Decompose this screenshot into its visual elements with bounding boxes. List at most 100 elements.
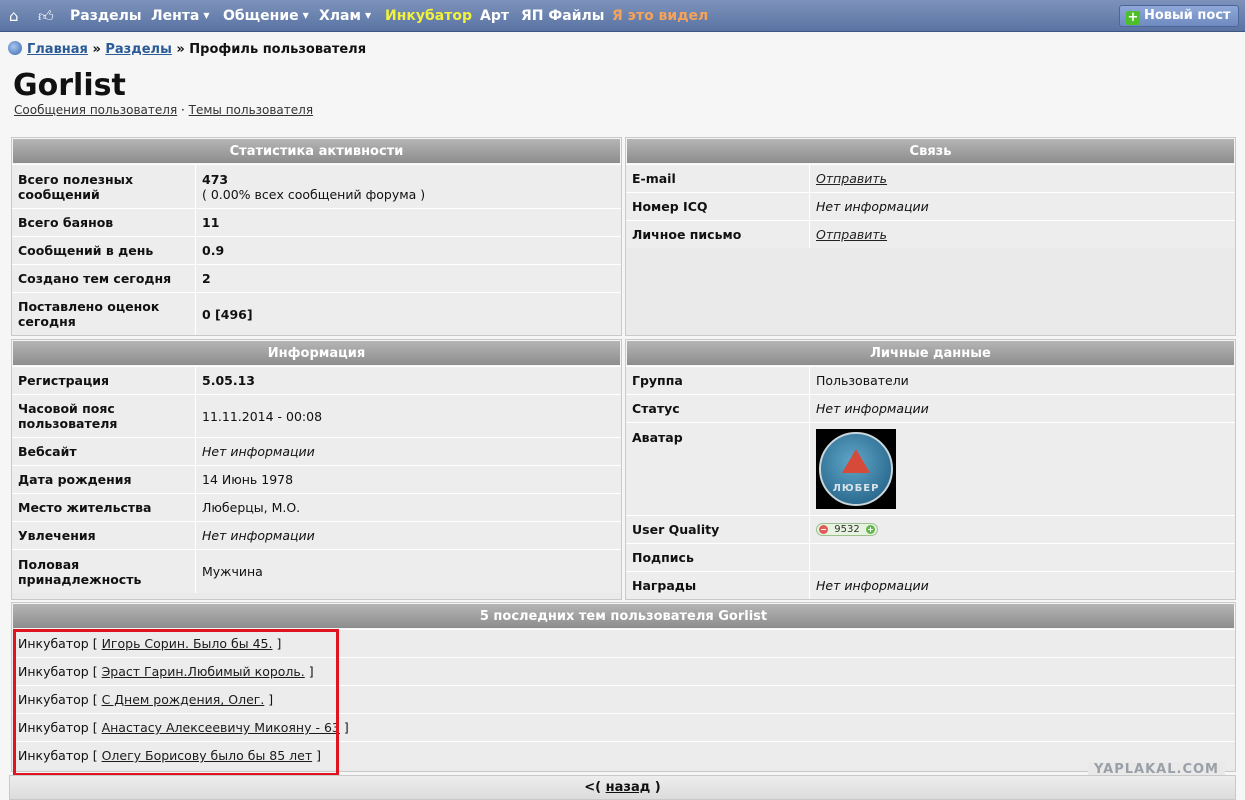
nav-item-communication[interactable]: Общение ▼ [223, 0, 309, 32]
minus-icon[interactable]: − [819, 525, 828, 534]
info-value: Мужчина [195, 550, 621, 593]
bracket: [ [92, 664, 98, 679]
user-messages-link[interactable]: Сообщения пользователя [14, 103, 177, 117]
topic-section: Инкубатор [18, 636, 89, 651]
back-suffix: ) [654, 780, 661, 795]
info-row: Регистрация 5.05.13 [12, 366, 621, 394]
personal-label: User Quality [632, 522, 720, 537]
chevron-down-icon: ▼ [364, 11, 372, 20]
info-row: Место жительства Люберцы, М.О. [12, 493, 621, 521]
topic-link[interactable]: Олегу Борисову было бы 85 лет [102, 748, 313, 763]
bracket: [ [92, 720, 98, 735]
nav-item-seen-it[interactable]: Я это видел [612, 0, 708, 32]
topic-link[interactable]: С Днем рождения, Олег. [102, 692, 265, 707]
topic-section: Инкубатор [18, 692, 89, 707]
email-send-link[interactable]: Отправить [816, 171, 1229, 186]
personal-label: Группа [632, 373, 683, 388]
avatar-cell: ЛЮБЕР [809, 423, 1235, 515]
info-row: Часовой пояс пользователя 11.11.2014 - 0… [12, 394, 621, 437]
info-row: Вебсайт Нет информации [12, 437, 621, 465]
nav-item-label: ЯП Файлы [521, 8, 605, 24]
topic-link[interactable]: Анастасу Алексеевичу Микояну - 63 [102, 720, 340, 735]
personal-row: Статус Нет информации [626, 394, 1235, 422]
breadcrumb-home-link[interactable]: Главная [27, 42, 88, 57]
new-post-button[interactable]: + Новый пост [1119, 5, 1239, 27]
bracket: ] [316, 748, 322, 763]
personal-panel: Личные данные Группа Пользователи Статус… [625, 339, 1236, 600]
bracket: ] [343, 720, 349, 735]
bracket: [ [92, 748, 98, 763]
list-item: Инкубатор [ Эраст Гарин.Любимый король. … [12, 657, 1235, 685]
nav-item-label: Инкубатор [385, 8, 472, 24]
list-item: Инкубатор [ Олегу Борисову было бы 85 ле… [12, 741, 1235, 769]
link-separator: · [181, 103, 185, 117]
list-item: Инкубатор [ Анастасу Алексеевичу Микояну… [12, 713, 1235, 741]
nav-item-files[interactable]: ЯП Файлы [521, 0, 604, 32]
breadcrumb-sections-link[interactable]: Разделы [105, 42, 171, 57]
chevron-down-icon: ▼ [203, 11, 210, 20]
new-post-label: Новый пост [1144, 8, 1231, 23]
stat-label: Создано тем сегодня [18, 271, 172, 286]
personal-label: Награды [632, 578, 697, 593]
user-quality-widget: − 9532 + [816, 523, 878, 536]
profile-links: Сообщения пользователя · Темы пользовате… [14, 103, 313, 117]
nav-item-incubator[interactable]: Инкубатор [385, 0, 472, 32]
contact-row: Номер ICQ Нет информации [626, 192, 1235, 220]
stats-row: Сообщений в день 0.9 [12, 236, 621, 264]
info-value: Нет информации [195, 522, 621, 549]
stat-label: Всего баянов [18, 215, 114, 230]
stats-row: Всего полезных сообщений 473 ( 0.00% все… [12, 164, 621, 208]
breadcrumb: Главная » Разделы » Профиль пользователя [8, 41, 366, 57]
nav-item-junk[interactable]: Хлам ▼ [319, 0, 371, 32]
plus-icon[interactable]: + [866, 525, 875, 534]
bracket: ] [276, 636, 282, 651]
info-panel-header: Информация [12, 340, 621, 366]
nav-item-label: Хлам [319, 8, 361, 24]
user-quality-value: 9532 [834, 524, 860, 535]
stat-value: 473 [202, 171, 229, 187]
breadcrumb-current: Профиль пользователя [189, 42, 367, 57]
stat-label: Сообщений в день [18, 243, 154, 258]
personal-row: User Quality − 9532 + [626, 515, 1235, 543]
info-row: Дата рождения 14 Июнь 1978 [12, 465, 621, 493]
info-value: 5.05.13 [195, 367, 621, 394]
stat-value: 11 [195, 209, 621, 236]
topic-section: Инкубатор [18, 748, 89, 763]
info-label: Регистрация [18, 373, 110, 388]
personal-value: Нет информации [809, 572, 1235, 599]
last-topics-panel: 5 последних тем пользователя Gorlist Инк… [11, 602, 1236, 772]
last-topics-header: 5 последних тем пользователя Gorlist [12, 603, 1235, 629]
avatar-text: ЛЮБЕР [832, 483, 880, 494]
stats-panel: Статистика активности Всего полезных соо… [11, 137, 622, 336]
avatar: ЛЮБЕР [816, 429, 896, 509]
contact-label: Личное письмо [632, 227, 742, 242]
contact-value-cell: Отправить [809, 221, 1235, 248]
stat-value: 0 [496] [195, 293, 621, 335]
triangle-emblem-icon [842, 449, 870, 473]
personal-row: Награды Нет информации [626, 571, 1235, 599]
nav-item-label: Лента [151, 8, 200, 24]
nav-item-sections[interactable]: Разделы [70, 0, 142, 32]
thumbs-up-icon[interactable]: 👍︎ [38, 0, 54, 32]
back-link[interactable]: назад [606, 780, 651, 795]
contact-value: Нет информации [809, 193, 1235, 220]
contact-label: Номер ICQ [632, 199, 708, 214]
topic-link[interactable]: Игорь Сорин. Было бы 45. [102, 636, 273, 651]
bracket: ] [268, 692, 274, 707]
info-value: 11.11.2014 - 00:08 [195, 395, 621, 437]
info-value: Люберцы, М.О. [195, 494, 621, 521]
personal-label: Статус [632, 401, 680, 416]
private-message-link[interactable]: Отправить [816, 227, 1229, 242]
topic-link[interactable]: Эраст Гарин.Любимый король. [102, 664, 305, 679]
breadcrumb-separator: » [92, 42, 101, 57]
nav-item-art[interactable]: Арт [480, 0, 509, 32]
personal-panel-header: Личные данные [626, 340, 1235, 366]
nav-item-feed[interactable]: Лента ▼ [151, 0, 210, 32]
info-row: Половая принадлежность Мужчина [12, 549, 621, 593]
contact-row: E-mail Отправить [626, 164, 1235, 192]
personal-value: Пользователи [809, 367, 1235, 394]
globe-icon [8, 41, 22, 55]
home-icon[interactable]: ⌂ [9, 0, 19, 32]
personal-row: Группа Пользователи [626, 366, 1235, 394]
user-topics-link[interactable]: Темы пользователя [189, 103, 313, 117]
